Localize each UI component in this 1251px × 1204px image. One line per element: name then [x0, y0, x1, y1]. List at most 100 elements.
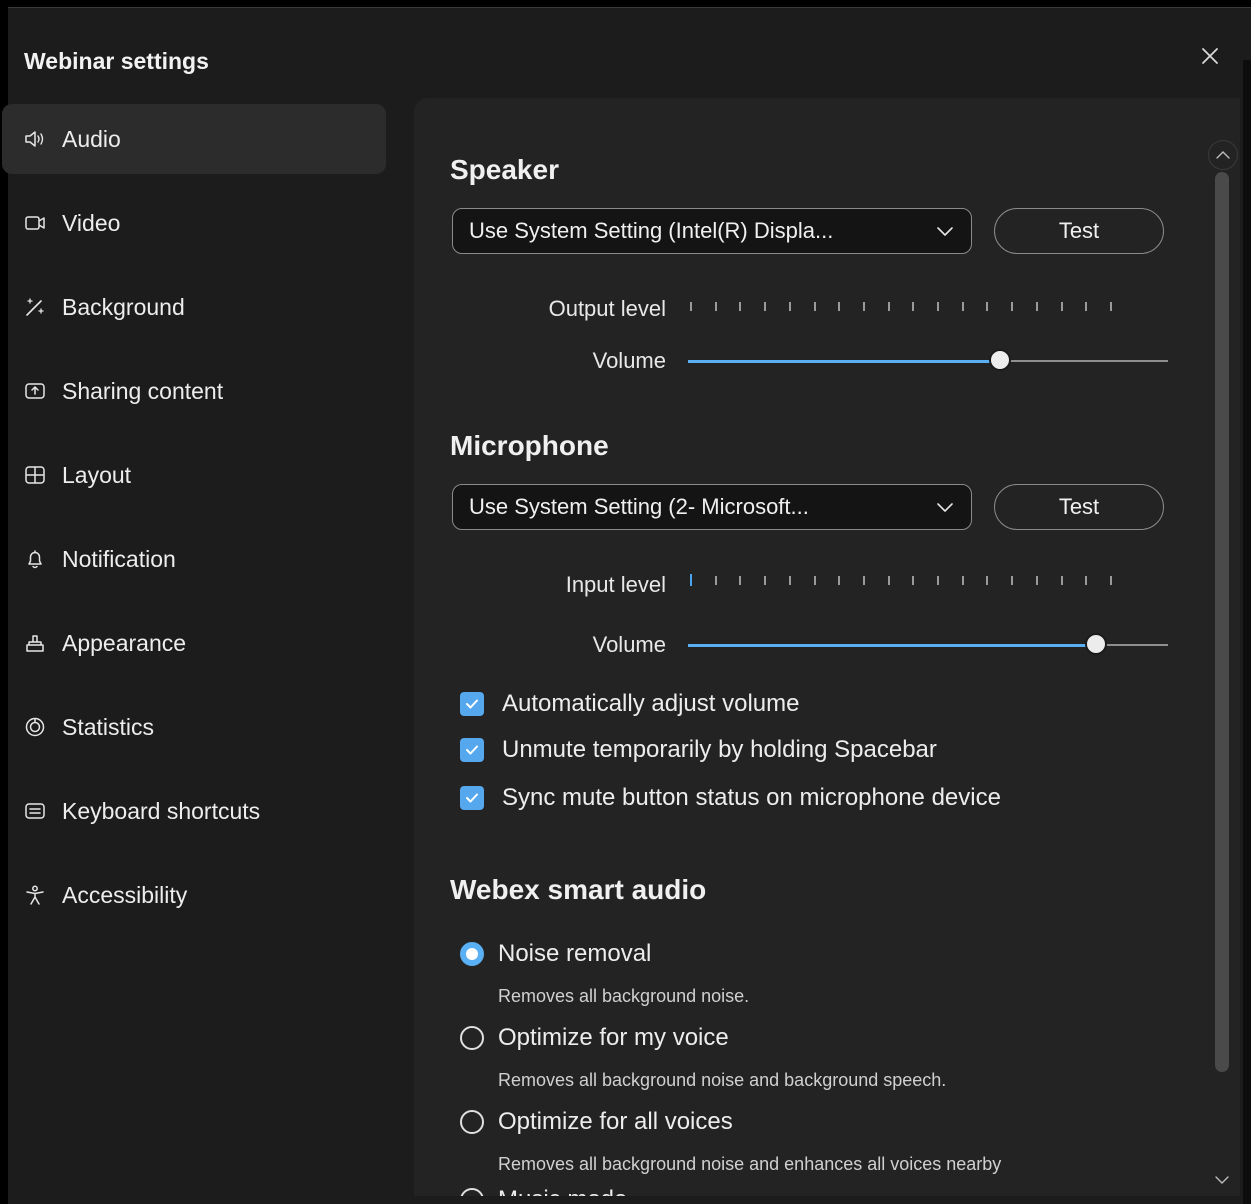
sidebar-item-audio[interactable]: Audio: [2, 104, 386, 174]
close-button[interactable]: [1196, 44, 1224, 72]
scrollbar-thumb[interactable]: [1215, 172, 1229, 1072]
sidebar-item-label: Accessibility: [62, 881, 188, 908]
level-tick: [714, 302, 717, 311]
sidebar-item-label: Notification: [62, 545, 176, 572]
level-tick: [862, 302, 865, 311]
smart-audio-heading: Webex smart audio: [450, 874, 707, 905]
speaker-volume-slider[interactable]: [688, 349, 1168, 373]
level-tick: [961, 302, 964, 311]
speaker-heading: Speaker: [450, 154, 559, 185]
scroll-down-button[interactable]: [1208, 1166, 1238, 1196]
sidebar-item-accessibility[interactable]: Accessibility: [2, 860, 386, 930]
checkbox-label: Unmute temporarily by holding Spacebar: [502, 736, 937, 763]
accessibility-person-icon: [24, 884, 46, 906]
sidebar-item-background[interactable]: Background: [2, 272, 386, 342]
sidebar-item-label: Keyboard shortcuts: [62, 797, 261, 824]
window-title: Webinar settings: [24, 48, 209, 74]
sidebar-item-label: Layout: [62, 461, 132, 488]
level-tick: [1109, 576, 1112, 585]
checkmark-icon: [466, 699, 478, 709]
radio-unselected: [460, 1188, 484, 1196]
checkmark-icon: [466, 745, 478, 755]
level-tick: [739, 302, 742, 311]
slider-thumb[interactable]: [989, 349, 1011, 371]
paint-brush-icon: [24, 632, 46, 654]
share-screen-icon: [24, 380, 46, 402]
level-tick: [1060, 576, 1063, 585]
auto-adjust-volume-checkbox[interactable]: Automatically adjust volume: [460, 690, 799, 718]
level-tick: [764, 576, 767, 585]
panel-scrollbar[interactable]: [1208, 140, 1238, 1204]
window-right-edge: [1243, 60, 1251, 1204]
input-level-meter: [690, 574, 1112, 586]
level-tick: [937, 302, 940, 311]
sidebar-item-appearance[interactable]: Appearance: [2, 608, 386, 678]
level-tick: [961, 576, 964, 585]
sidebar-item-label: Statistics: [62, 713, 155, 740]
radio-description: Removes all background noise and backgro…: [498, 1070, 947, 1090]
slider-track: [1000, 360, 1168, 362]
layout-grid-icon: [24, 464, 46, 486]
sync-mute-checkbox[interactable]: Sync mute button status on microphone de…: [460, 784, 1001, 812]
sidebar-item-label: Video: [62, 209, 121, 236]
level-tick: [862, 576, 865, 585]
checkmark-icon: [466, 793, 478, 803]
level-tick: [912, 576, 915, 585]
level-tick: [838, 302, 841, 311]
speaker-icon: [24, 128, 46, 150]
level-tick: [764, 302, 767, 311]
radio-music-mode[interactable]: Music mode: [460, 1186, 627, 1196]
radio-noise-removal[interactable]: Noise removal: [460, 940, 651, 968]
chevron-down-icon: [937, 227, 953, 236]
level-tick: [690, 302, 692, 311]
microphone-test-button[interactable]: Test: [994, 484, 1164, 530]
level-tick: [739, 576, 742, 585]
slider-fill: [688, 644, 1096, 647]
speaker-test-button[interactable]: Test: [994, 208, 1164, 254]
microphone-device-select[interactable]: Use System Setting (2- Microsoft...: [452, 484, 972, 530]
sidebar-item-label: Background: [62, 293, 185, 320]
keyboard-icon: [24, 800, 46, 822]
microphone-heading: Microphone: [450, 430, 609, 461]
output-level-meter: [690, 300, 1112, 312]
level-tick: [1060, 302, 1063, 311]
level-tick: [887, 576, 890, 585]
level-tick: [1085, 302, 1088, 311]
video-camera-icon: [24, 212, 46, 234]
level-tick: [986, 302, 989, 311]
sidebar-item-video[interactable]: Video: [2, 188, 386, 258]
radio-description: Removes all background noise and enhance…: [498, 1154, 1002, 1174]
chevron-down-icon: [1215, 1176, 1229, 1184]
radio-optimize-all-voices[interactable]: Optimize for all voices: [460, 1108, 733, 1136]
level-tick: [937, 576, 940, 585]
level-tick: [788, 576, 791, 585]
window-top-edge: [8, 0, 1251, 8]
level-tick: [986, 576, 989, 585]
level-tick: [788, 302, 791, 311]
radio-unselected: [460, 1026, 484, 1050]
bell-icon: [24, 548, 46, 570]
scroll-up-button[interactable]: [1208, 140, 1238, 170]
level-tick: [813, 576, 816, 585]
sidebar-item-notification[interactable]: Notification: [2, 524, 386, 594]
sidebar-item-keyboard-shortcuts[interactable]: Keyboard shortcuts: [2, 776, 386, 846]
audio-settings-panel: Speaker Use System Setting (Intel(R) Dis…: [414, 98, 1240, 1196]
slider-thumb[interactable]: [1085, 633, 1107, 655]
sidebar-item-sharing-content[interactable]: Sharing content: [2, 356, 386, 426]
sidebar-item-label: Audio: [62, 125, 121, 152]
radio-optimize-my-voice[interactable]: Optimize for my voice: [460, 1024, 729, 1052]
unmute-spacebar-checkbox[interactable]: Unmute temporarily by holding Spacebar: [460, 736, 937, 764]
sidebar-item-statistics[interactable]: Statistics: [2, 692, 386, 762]
slider-fill: [688, 360, 1000, 363]
microphone-volume-slider[interactable]: [688, 633, 1168, 657]
checkbox-checked: [460, 786, 484, 810]
level-tick: [690, 574, 692, 586]
level-tick: [813, 302, 816, 311]
level-tick: [1109, 302, 1112, 311]
microphone-device-value: Use System Setting (2- Microsoft...: [469, 494, 809, 519]
input-level-label: Input level: [565, 572, 666, 597]
speaker-device-select[interactable]: Use System Setting (Intel(R) Displa...: [452, 208, 972, 254]
sidebar-item-layout[interactable]: Layout: [2, 440, 386, 510]
level-tick: [1011, 302, 1014, 311]
microphone-volume-label: Volume: [592, 632, 666, 657]
